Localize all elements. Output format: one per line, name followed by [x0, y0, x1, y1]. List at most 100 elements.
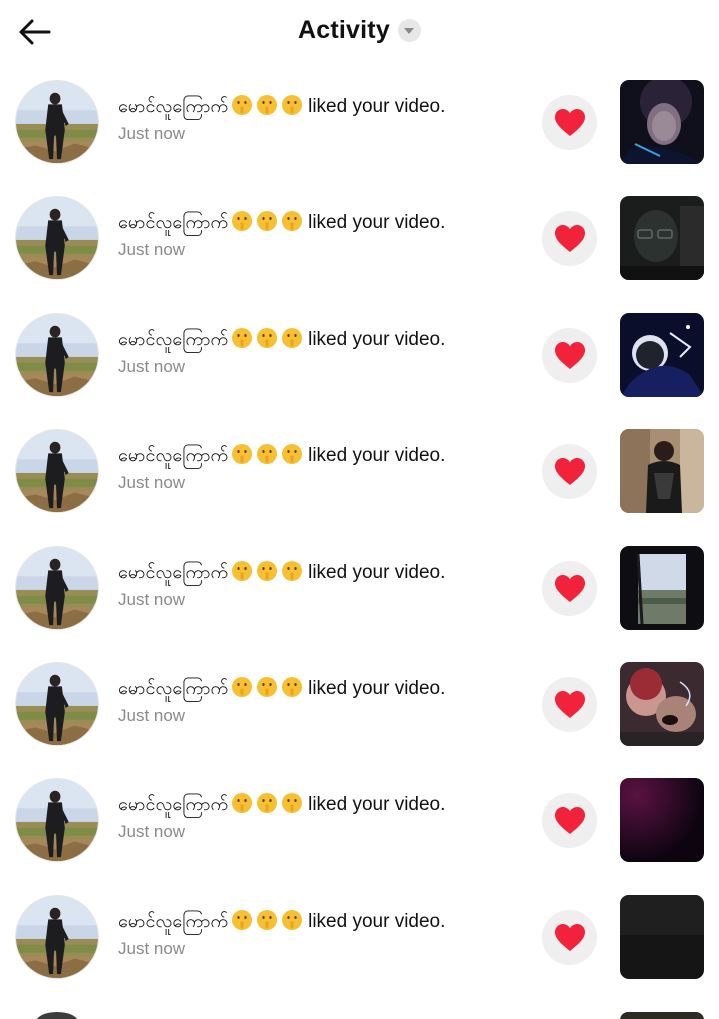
shushing-face-emoji [281, 560, 303, 582]
video-thumbnail[interactable] [620, 196, 704, 281]
shushing-face-emoji [281, 676, 303, 698]
shushing-face-emoji [256, 560, 278, 582]
video-thumbnail[interactable] [620, 429, 704, 514]
heart-icon [554, 457, 586, 486]
timestamp: Just now [118, 706, 186, 725]
like-button[interactable] [542, 211, 597, 267]
username[interactable]: မောင်လူကြောက် [118, 911, 228, 932]
video-thumbnail[interactable] [620, 1012, 704, 1019]
shushing-face-emoji [256, 909, 278, 931]
username[interactable]: မောင်လူကြောက် [118, 329, 228, 350]
video-thumbnail[interactable] [620, 545, 704, 630]
action-text: liked your video. [308, 794, 446, 816]
shushing-face-emoji [256, 94, 278, 116]
list-item-partial [0, 1007, 719, 1019]
heart-icon [554, 341, 586, 370]
shushing-face-emoji [281, 210, 303, 232]
video-thumbnail[interactable] [620, 312, 704, 397]
shushing-face-emoji [231, 792, 253, 814]
avatar[interactable] [15, 312, 99, 397]
avatar[interactable] [15, 545, 99, 630]
shushing-face-emoji [256, 676, 278, 698]
avatar[interactable] [15, 894, 99, 979]
caret-down-icon[interactable] [397, 19, 421, 42]
username[interactable]: မောင်လူကြောက် [118, 212, 228, 233]
like-button[interactable] [542, 327, 597, 383]
shushing-face-emoji [231, 210, 253, 232]
list-item[interactable]: မောင်လူကြောက် liked your video. Just now [0, 879, 719, 995]
shushing-face-emoji [256, 443, 278, 465]
shushing-face-emoji [281, 909, 303, 931]
shushing-face-emoji [231, 560, 253, 582]
username[interactable]: မောင်လူကြောက် [118, 678, 228, 699]
top-bar: Activity [0, 0, 719, 66]
like-button[interactable] [542, 793, 597, 849]
notification-text: မောင်လူကြောက် liked your video. Just now [118, 792, 528, 842]
action-text: liked your video. [308, 212, 446, 234]
shushing-face-emoji [256, 792, 278, 814]
heart-icon [554, 574, 586, 603]
shushing-face-emoji [231, 94, 253, 116]
heart-icon [554, 224, 586, 253]
list-item[interactable]: မောင်လူကြောက် liked your video. Just now [0, 646, 719, 762]
notification-text: မောင်လူကြောက် liked your video. Just now [118, 909, 528, 959]
timestamp: Just now [118, 473, 186, 493]
notification-text: မောင်လူကြောက် liked your video. Just now [118, 443, 528, 493]
notification-text: မောင်လူကြောက် liked your video. Just now [118, 327, 528, 377]
action-text: liked your video. [308, 678, 446, 699]
username[interactable]: မောင်လူကြောက် [118, 445, 228, 466]
like-button[interactable] [542, 909, 597, 965]
list-item[interactable]: မောင်လူကြောက် liked your video. Just now [0, 180, 719, 296]
avatar[interactable] [15, 662, 99, 746]
video-thumbnail[interactable] [620, 894, 704, 979]
shushing-face-emoji [231, 909, 253, 931]
shushing-face-emoji [231, 676, 253, 698]
shushing-face-emoji [281, 327, 303, 349]
heart-icon [554, 108, 586, 137]
heart-icon [554, 690, 586, 719]
shushing-face-emoji [281, 443, 303, 465]
title-dropdown[interactable]: Activity [0, 16, 719, 45]
shushing-face-emoji [231, 327, 253, 349]
video-thumbnail[interactable] [620, 662, 704, 746]
notification-text: မောင်လူကြောက် liked your video. Just now [118, 560, 528, 610]
timestamp: Just now [118, 124, 186, 143]
action-text: liked your video. [308, 561, 446, 583]
timestamp: Just now [118, 938, 186, 958]
heart-icon [554, 806, 586, 835]
timestamp: Just now [118, 356, 186, 376]
list-item[interactable]: မောင်လူကြောက် liked your video. Just now [0, 762, 719, 878]
like-button[interactable] [542, 444, 597, 500]
avatar[interactable] [15, 778, 99, 863]
action-text: liked your video. [308, 910, 446, 932]
timestamp: Just now [118, 240, 186, 260]
video-thumbnail[interactable] [620, 778, 704, 863]
shushing-face-emoji [281, 94, 303, 116]
username[interactable]: မောင်လူကြောက် [118, 96, 228, 117]
avatar[interactable] [15, 429, 99, 514]
avatar[interactable] [36, 1012, 78, 1019]
page-title: Activity [298, 16, 390, 44]
like-button[interactable] [542, 677, 597, 732]
like-button[interactable] [542, 560, 597, 616]
list-item[interactable]: မောင်လူကြောက် liked your video. Just now [0, 413, 719, 529]
notification-text: မောင်လူကြောက် liked your video. Just now [118, 94, 528, 144]
action-text: liked your video. [308, 445, 446, 467]
list-item[interactable]: မောင်လူကြောက် liked your video. Just now [0, 297, 719, 413]
timestamp: Just now [118, 589, 186, 609]
action-text: liked your video. [308, 328, 446, 350]
avatar[interactable] [15, 196, 99, 281]
shushing-face-emoji [231, 443, 253, 465]
username[interactable]: မောင်လူကြောက် [118, 562, 228, 583]
avatar[interactable] [15, 80, 99, 164]
list-item[interactable]: မောင်လူကြောက် liked your video. Just now [0, 530, 719, 646]
timestamp: Just now [118, 822, 186, 842]
like-button[interactable] [542, 95, 597, 150]
heart-icon [554, 923, 586, 952]
list-item[interactable]: မောင်လူကြောက် liked your video. Just now [0, 64, 719, 180]
notification-text: မောင်လူကြောက် liked your video. Just now [118, 676, 528, 726]
username[interactable]: မောင်လူကြောက် [118, 794, 228, 815]
notification-text: မောင်လူကြောက် liked your video. Just now [118, 210, 528, 260]
video-thumbnail[interactable] [620, 80, 704, 164]
shushing-face-emoji [256, 210, 278, 232]
